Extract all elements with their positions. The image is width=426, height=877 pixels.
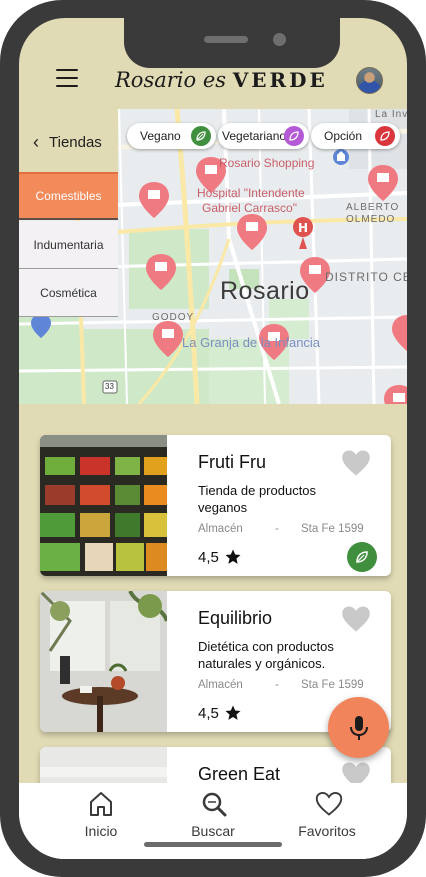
avatar[interactable] (356, 67, 383, 94)
map-label: La Granja de la Infancia (182, 335, 321, 350)
rating-value: 4,5 (198, 704, 219, 722)
store-rating: 4,5 (198, 704, 242, 722)
store-description: Tienda de productos veganos (198, 483, 317, 515)
store-photo (40, 591, 167, 732)
map-label: Rosario Shopping (219, 156, 315, 170)
store-photo (40, 435, 167, 576)
store-address: Sta Fe 1599 (301, 523, 364, 535)
back-label: Tiendas (49, 133, 102, 151)
app-logo: Rosario es VERDE (115, 68, 325, 102)
category-comestibles[interactable]: Comestibles (19, 172, 118, 220)
store-address: Sta Fe 1599 (301, 679, 364, 691)
map-label: Gabriel Carrasco" (202, 201, 297, 215)
store-description: Dietética con productos naturales y orgá… (198, 639, 334, 671)
category-label: Cosmética (40, 285, 97, 300)
microphone-icon (349, 715, 368, 740)
svg-text:H: H (298, 221, 308, 235)
map-label: Hospital "Intendente (197, 186, 305, 200)
city-label: Rosario (220, 277, 310, 305)
star-icon (225, 705, 241, 720)
leaf-icon (356, 551, 368, 563)
heart-outline-icon (315, 791, 343, 816)
store-rating: 4,5 (198, 548, 242, 566)
filter-option[interactable]: Opción (311, 123, 400, 149)
app-screen: Rosario es VERDE H Rosario Shopping Hosp… (19, 18, 407, 859)
map-pin-icon[interactable] (392, 315, 407, 351)
map-label: ALBERTO (346, 202, 400, 213)
filter-vegan[interactable]: Vegano (127, 123, 216, 149)
leaf-icon (191, 126, 211, 146)
map-label: OLMEDO (346, 214, 396, 225)
brand-strong: VERDE (232, 68, 328, 92)
leaf-icon (375, 126, 395, 146)
map-label: La Inv (375, 109, 407, 120)
map-pin-icon[interactable] (384, 385, 407, 404)
store-name: Green Eat (198, 764, 281, 784)
filter-label: Opción (324, 129, 363, 143)
rating-value: 4,5 (198, 548, 219, 566)
bottom-nav: Inicio Buscar Favoritos (19, 783, 407, 859)
filter-label: Vegetariano (222, 129, 287, 143)
nav-home[interactable]: Inicio (56, 789, 146, 839)
leaf-icon (284, 126, 304, 146)
category-indumentaria[interactable]: Indumentaria (19, 221, 118, 269)
store-category: Almacén (198, 679, 243, 691)
back-button[interactable]: ‹ Tiendas (33, 132, 123, 152)
category-label: Comestibles (35, 189, 102, 203)
map-label: GODOY (152, 312, 195, 323)
heart-icon[interactable] (341, 605, 371, 633)
heart-icon[interactable] (341, 449, 371, 477)
nav-label: Favoritos (298, 823, 356, 839)
menu-icon[interactable] (56, 69, 78, 87)
nav-favorites[interactable]: Favoritos (282, 789, 372, 839)
nav-search[interactable]: Buscar (168, 789, 258, 839)
home-icon (90, 792, 112, 816)
store-name: Equilibrio (198, 608, 273, 628)
front-camera (273, 33, 286, 46)
store-category: Almacén (198, 523, 243, 535)
vegan-badge (347, 542, 377, 572)
filter-vegetarian[interactable]: Vegetariano (218, 123, 309, 149)
voice-search-button[interactable] (328, 697, 389, 758)
nav-label: Inicio (84, 823, 118, 839)
search-icon (202, 792, 227, 817)
store-name: Fruti Fru (198, 452, 267, 472)
meta-separator: - (275, 679, 279, 691)
nav-label: Buscar (191, 823, 235, 839)
store-meta: Almacén - Sta Fe 1599 (198, 679, 368, 691)
route-number: 33 (105, 382, 114, 391)
home-indicator (144, 842, 282, 847)
filter-label: Vegano (140, 129, 181, 143)
chevron-left-icon: ‹ (33, 131, 39, 152)
speaker (204, 36, 248, 43)
device-notch (124, 18, 340, 68)
star-icon (225, 549, 241, 564)
brand-script: Rosario es (115, 68, 233, 92)
map-label: DISTRITO CEN (325, 270, 407, 284)
category-label: Indumentaria (33, 237, 104, 252)
store-meta: Almacén - Sta Fe 1599 (198, 523, 368, 535)
category-cosmetica[interactable]: Cosmética (19, 269, 118, 317)
store-card[interactable]: Fruti Fru Tienda de productos veganos Al… (40, 435, 391, 576)
meta-separator: - (275, 523, 279, 535)
phone-frame: Rosario es VERDE H Rosario Shopping Hosp… (0, 0, 426, 877)
map-pin-icon[interactable] (139, 182, 169, 218)
